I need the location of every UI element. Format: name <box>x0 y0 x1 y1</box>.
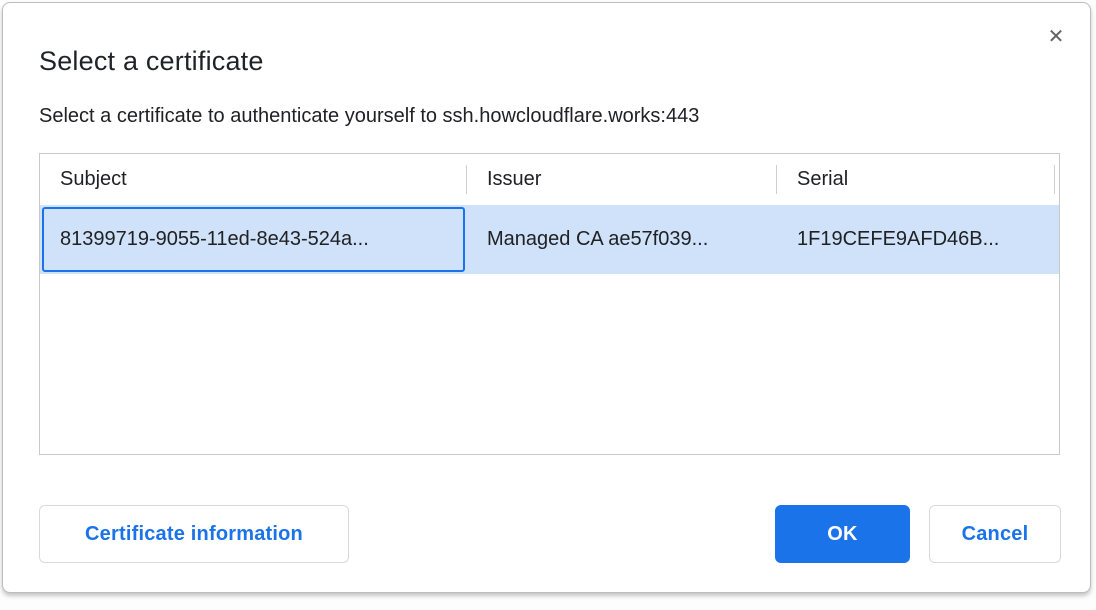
cell-subject[interactable]: 81399719-9055-11ed-8e43-524a... <box>40 205 467 274</box>
close-icon: ✕ <box>1048 27 1065 47</box>
dialog-subtitle: Select a certificate to authenticate you… <box>39 105 699 128</box>
column-header-subject-label: Subject <box>60 168 127 191</box>
close-button[interactable]: ✕ <box>1042 23 1070 51</box>
certificate-table: Subject Issuer Serial 81399719-9055-11ed… <box>39 153 1060 455</box>
column-header-issuer-label: Issuer <box>487 168 541 191</box>
cancel-button[interactable]: Cancel <box>929 505 1061 563</box>
ok-button[interactable]: OK <box>775 505 910 563</box>
dialog-title: Select a certificate <box>39 46 264 77</box>
table-header-row: Subject Issuer Serial <box>40 154 1059 205</box>
column-header-issuer: Issuer <box>467 154 777 205</box>
column-divider <box>1054 165 1055 194</box>
screen: ✕ Select a certificate Select a certific… <box>0 0 1096 610</box>
certificate-row-selected[interactable]: 81399719-9055-11ed-8e43-524a... Managed … <box>40 205 1059 274</box>
select-certificate-dialog: ✕ Select a certificate Select a certific… <box>2 2 1091 593</box>
column-header-serial: Serial <box>777 154 1055 205</box>
cell-serial[interactable]: 1F19CEFE9AFD46B... <box>777 205 1055 274</box>
certificate-information-button[interactable]: Certificate information <box>39 505 349 563</box>
column-header-serial-label: Serial <box>797 168 848 191</box>
cell-issuer[interactable]: Managed CA ae57f039... <box>467 205 777 274</box>
column-header-subject: Subject <box>40 154 467 205</box>
